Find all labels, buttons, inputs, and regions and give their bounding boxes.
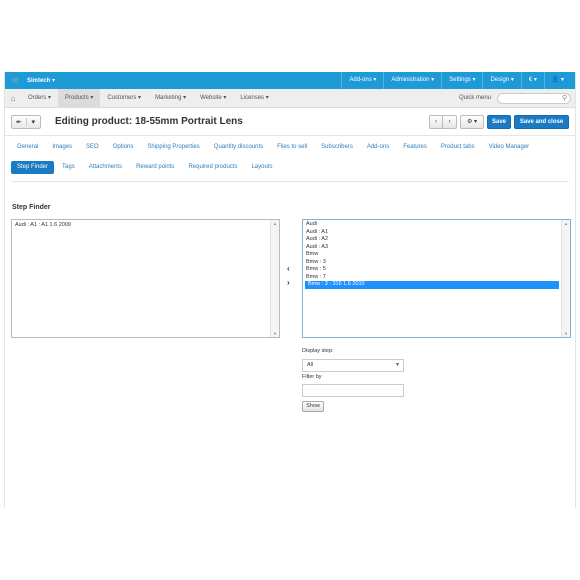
list-item[interactable]: Bmw : 5	[303, 266, 570, 274]
tab-item[interactable]: Attachments	[83, 161, 128, 174]
list-item[interactable]: Audi : A1 : A1 1.6 2009	[12, 222, 279, 230]
top-menu: Add-ons ▾ Administration ▾ Settings ▾ Desig…	[341, 72, 571, 89]
admin-frame: 🛒 Simtech ▾ Add-ons ▾ Administration ▾ Set…	[4, 72, 576, 508]
save-button[interactable]: Save	[487, 114, 511, 129]
nav-item[interactable]: Licenses ▾	[233, 89, 275, 108]
move-right-button[interactable]: ›	[287, 278, 290, 287]
nav-items: Orders ▾ Products ▾ Customers ▾ Marketing ▾…	[21, 88, 276, 108]
tab-item[interactable]: SEO	[80, 141, 105, 154]
prev-next-group: ‹ ›	[429, 114, 457, 129]
tab-item[interactable]: Step Finder	[11, 161, 55, 174]
available-steps-list[interactable]: Audi Audi : A1 Audi : A2 Audi : A3 Bmw Bmw : …	[302, 219, 571, 338]
list-item[interactable]: Audi : A2	[303, 236, 570, 244]
nav-item[interactable]: Customers ▾	[100, 89, 148, 108]
cart-icon[interactable]: 🛒	[9, 77, 23, 85]
display-step-value: All	[307, 362, 314, 368]
page-title: Editing product: 18-55mm Portrait Lens	[55, 116, 243, 127]
tab-item[interactable]: Product tabs	[435, 141, 481, 154]
store-switcher[interactable]: Simtech ▾	[27, 77, 55, 84]
list-item[interactable]: Audi	[303, 221, 570, 229]
product-tabs: General Images SEO Options Shipping Properti…	[5, 136, 575, 181]
home-icon[interactable]: ⌂	[5, 94, 21, 103]
section-title: Step Finder	[12, 204, 51, 211]
nav-item[interactable]: Orders ▾	[21, 89, 58, 108]
search-icon: ⚲	[561, 94, 567, 102]
tab-item[interactable]: Add-ons	[361, 141, 395, 154]
tab-item[interactable]: Images	[46, 141, 78, 154]
show-button[interactable]: Show	[302, 401, 324, 412]
back-arrow-icon[interactable]: ↞	[12, 118, 26, 126]
tab-item[interactable]: Layouts	[245, 161, 278, 174]
chevron-down-icon[interactable]: ▾	[25, 117, 41, 126]
tabs-divider	[11, 181, 569, 182]
main-nav: ⌂ Orders ▾ Products ▾ Customers ▾ Marketing…	[5, 88, 575, 108]
tab-item[interactable]: Options	[107, 141, 140, 154]
list-item[interactable]: Audi : A3	[303, 244, 570, 252]
next-product-button[interactable]: ›	[443, 114, 457, 129]
nav-item[interactable]: Products ▾	[58, 88, 101, 108]
tab-item[interactable]: Subscribers	[315, 141, 359, 154]
nav-item[interactable]: Website ▾	[193, 89, 233, 108]
back-button[interactable]: ↞ ▾	[11, 114, 41, 129]
filter-label: Filter by	[302, 374, 322, 380]
scroll-down-icon[interactable]: ▼	[271, 331, 279, 336]
scrollbar[interactable]: ▲ ▼	[270, 220, 279, 337]
tab-item[interactable]: Tags	[56, 161, 81, 174]
display-step-select[interactable]: All ▼	[302, 359, 404, 372]
tab-item[interactable]: Features	[397, 141, 433, 154]
top-menu-item[interactable]: Design ▾	[482, 72, 520, 89]
top-bar: 🛒 Simtech ▾ Add-ons ▾ Administration ▾ Set…	[5, 72, 575, 89]
nav-item[interactable]: Marketing ▾	[148, 89, 193, 108]
top-menu-item[interactable]: Administration ▾	[383, 72, 441, 89]
tab-item[interactable]: Quantity discounts	[208, 141, 269, 154]
quick-menu-link[interactable]: Quick menu	[459, 95, 491, 101]
scroll-down-icon[interactable]: ▼	[562, 331, 570, 336]
tab-item[interactable]: General	[11, 141, 44, 154]
list-item[interactable]: Bmw	[303, 251, 570, 259]
tab-item[interactable]: Files to sell	[271, 141, 313, 154]
list-item[interactable]: Bmw : 3	[303, 259, 570, 267]
prev-product-button[interactable]: ‹	[429, 114, 443, 129]
top-menu-item[interactable]: Add-ons ▾	[341, 72, 383, 89]
scroll-up-icon[interactable]: ▲	[562, 221, 570, 226]
scrollbar[interactable]: ▲ ▼	[561, 220, 570, 337]
selected-steps-list[interactable]: Audi : A1 : A1 1.6 2009 ▲ ▼	[11, 219, 280, 338]
chevron-down-icon: ▼	[395, 362, 400, 368]
move-left-button[interactable]: ‹	[287, 264, 290, 273]
gear-menu-button[interactable]: ⚙ ▾	[460, 114, 484, 129]
filter-input[interactable]	[302, 384, 404, 397]
scroll-up-icon[interactable]: ▲	[271, 221, 279, 226]
top-menu-item[interactable]: € ▾	[520, 72, 544, 89]
tab-item[interactable]: Required products	[182, 161, 243, 174]
search-input[interactable]: ⚲	[497, 92, 571, 104]
list-item[interactable]: Audi : A1	[303, 229, 570, 237]
title-bar: ↞ ▾ Editing product: 18-55mm Portrait Le…	[5, 108, 575, 136]
tab-item[interactable]: Reward points	[130, 161, 180, 174]
list-item[interactable]: Bmw : 3 : 316 1.6 2010	[305, 281, 559, 289]
save-and-close-button[interactable]: Save and close	[514, 114, 569, 129]
list-item[interactable]: Bmw : 7	[303, 274, 570, 282]
tab-item[interactable]: Shipping Properties	[141, 141, 205, 154]
top-menu-item[interactable]: Settings ▾	[441, 72, 482, 89]
top-menu-item[interactable]: 👤 ▾	[543, 72, 571, 89]
display-step-label: Display step:	[302, 348, 334, 354]
tab-item[interactable]: Video Manager	[483, 141, 536, 154]
